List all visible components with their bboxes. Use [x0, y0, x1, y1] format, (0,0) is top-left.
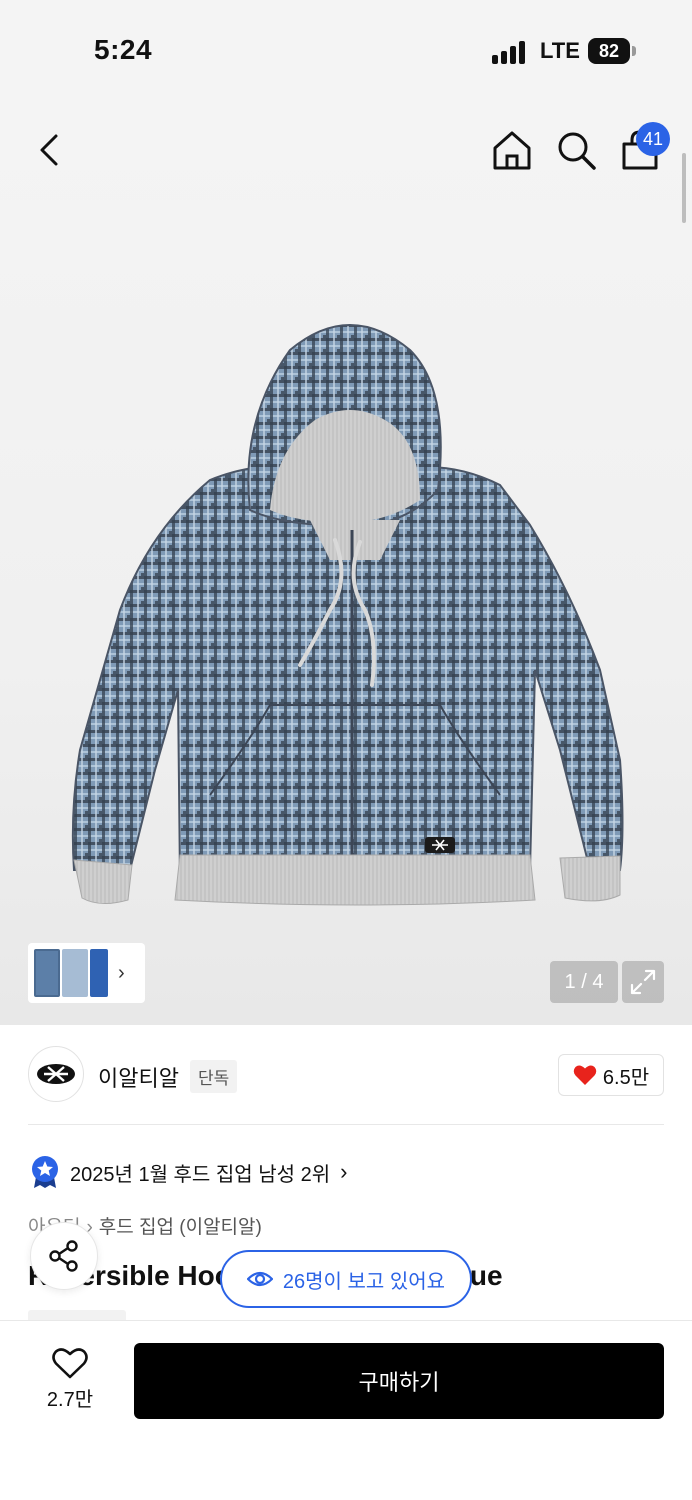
scrollbar[interactable]: [682, 153, 686, 223]
divider: [28, 1124, 664, 1125]
thumbnail-strip[interactable]: ›: [28, 943, 145, 1003]
breadcrumb-subcategory[interactable]: 후드 집업 (이알티알): [99, 1217, 262, 1238]
status-time: 5:24: [94, 34, 153, 65]
heart-filled-icon: [573, 1065, 597, 1085]
brand-name[interactable]: 이알티알: [98, 1061, 179, 1093]
ranking-text: 2025년 1월 후드 집업 남성 2위: [70, 1163, 331, 1186]
brand-like-button[interactable]: 6.5만: [558, 1054, 664, 1096]
brand-logo-icon: [37, 1064, 75, 1084]
viewers-toast: 26명이 보고 있어요: [220, 1250, 472, 1308]
wishlist-button[interactable]: 2.7만: [30, 1347, 110, 1417]
bottom-action-bar: 2.7만 구매하기: [0, 1320, 692, 1500]
battery-icon: 82: [588, 38, 630, 64]
expand-icon: [630, 969, 656, 995]
heart-outline-icon: [52, 1348, 88, 1379]
viewers-text: 26명이 보고 있어요: [282, 1270, 446, 1293]
exclusive-badge: 단독: [190, 1060, 238, 1093]
signal-icon: [492, 40, 532, 64]
chevron-right-icon[interactable]: ›: [118, 962, 125, 985]
cart-count-badge: 41: [636, 122, 670, 156]
share-button[interactable]: [30, 1222, 98, 1290]
award-badge-icon: [32, 1156, 58, 1188]
chevron-right-icon: ›: [340, 1159, 348, 1184]
status-bar: 5:24 LTE 82: [0, 0, 692, 100]
thumbnail-2[interactable]: [62, 949, 88, 997]
product-image[interactable]: [60, 310, 640, 930]
eye-icon: [246, 1271, 273, 1287]
brand-logo[interactable]: [28, 1046, 84, 1102]
buy-button[interactable]: 구매하기: [134, 1343, 664, 1419]
chevron-left-icon: [40, 134, 58, 166]
ranking-link[interactable]: 2025년 1월 후드 집업 남성 2위 ›: [30, 1155, 347, 1189]
image-counter: 1 / 4: [550, 961, 618, 1003]
search-icon: [558, 132, 596, 170]
network-type: LTE: [540, 38, 580, 63]
back-button[interactable]: [30, 128, 70, 172]
expand-button[interactable]: [622, 961, 664, 1003]
product-gallery[interactable]: › 1 / 4: [0, 100, 692, 1025]
search-button[interactable]: [554, 128, 598, 172]
brand-like-count: 6.5만: [602, 1066, 650, 1089]
battery-nub: [632, 46, 636, 56]
home-icon: [493, 131, 531, 170]
wishlist-count: 2.7만: [46, 1389, 94, 1411]
share-icon: [49, 1240, 78, 1272]
home-button[interactable]: [490, 128, 534, 172]
thumbnail-1[interactable]: [34, 949, 60, 997]
brand-row: 이알티알 단독 6.5만: [28, 1046, 664, 1106]
thumbnail-3[interactable]: [90, 949, 108, 997]
